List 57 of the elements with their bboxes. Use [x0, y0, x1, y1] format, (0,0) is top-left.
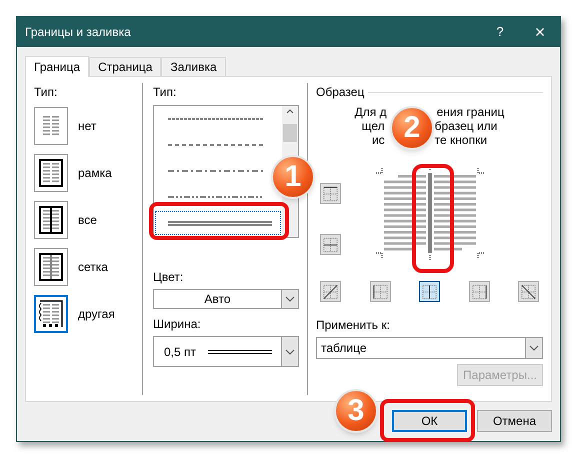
step-number-badge: 3	[334, 389, 378, 433]
close-button[interactable]: ×	[520, 17, 560, 47]
border-toggle-button[interactable]	[468, 281, 490, 302]
ok-button[interactable]: ОК	[392, 410, 467, 432]
tab[interactable]: Страница	[89, 57, 162, 76]
setting-option-label: нет	[78, 118, 96, 135]
table-border-icon	[39, 253, 63, 281]
hint-text: ения границ	[436, 105, 504, 119]
hint-text: Для д	[354, 105, 387, 119]
table-border-icon	[39, 159, 63, 187]
hint-text: бразец или	[434, 119, 498, 133]
dashed-line-icon	[168, 170, 264, 172]
dashed-line-icon	[168, 144, 264, 146]
setting-option[interactable]	[34, 248, 68, 286]
apply-to-dropdown[interactable]: таблице	[316, 337, 543, 359]
hint-text: те кнопки	[434, 133, 488, 147]
preview-group-label: Образец	[316, 84, 364, 101]
double-line-icon	[168, 220, 272, 226]
apply-to-label: Применить к:	[316, 317, 391, 334]
table-border-icon	[39, 206, 63, 234]
border-toggle-button[interactable]	[518, 281, 539, 302]
border-toggle-button[interactable]	[419, 281, 440, 302]
style-label: Тип:	[153, 84, 178, 101]
dashed-line-icon	[168, 118, 264, 120]
help-button[interactable]: ?	[480, 17, 520, 47]
window-title: Границы и заливка	[25, 24, 132, 41]
double-line-icon	[208, 350, 272, 354]
border-toggle-button[interactable]	[320, 281, 341, 302]
chevron-down-icon	[285, 348, 295, 354]
setting-label: Тип:	[34, 84, 58, 101]
setting-option-label: все	[78, 212, 97, 229]
border-toggle-button[interactable]	[370, 281, 390, 302]
setting-option-label: рамка	[78, 165, 112, 182]
tab[interactable]: Заливка	[161, 57, 226, 76]
dashed-line-icon	[168, 196, 264, 198]
chevron-down-icon	[285, 296, 295, 302]
setting-option[interactable]	[34, 295, 68, 333]
chevron-down-icon	[529, 345, 539, 351]
table-border-icon	[39, 300, 63, 328]
preview-drawing[interactable]	[376, 165, 484, 261]
color-label: Цвет:	[153, 269, 184, 286]
border-toggle-button[interactable]	[320, 183, 341, 204]
line-style-item[interactable]	[154, 210, 282, 236]
tab[interactable]: Граница	[25, 56, 90, 77]
setting-option[interactable]	[34, 154, 68, 192]
width-dropdown[interactable]: 0,5 пт	[153, 336, 299, 367]
hint-text: ис	[372, 133, 385, 147]
setting-option[interactable]	[34, 201, 68, 239]
scrollbar-thumb[interactable]	[283, 124, 297, 142]
setting-option-label: сетка	[78, 259, 108, 276]
hint-text: щел	[362, 119, 385, 133]
width-label: Ширина:	[153, 316, 202, 333]
chevron-up-icon	[286, 109, 294, 114]
border-toggle-button[interactable]	[320, 234, 341, 255]
color-dropdown[interactable]: Авто	[153, 289, 299, 309]
cancel-button[interactable]: Отмена	[477, 410, 552, 432]
setting-option-label: другая	[78, 306, 115, 323]
